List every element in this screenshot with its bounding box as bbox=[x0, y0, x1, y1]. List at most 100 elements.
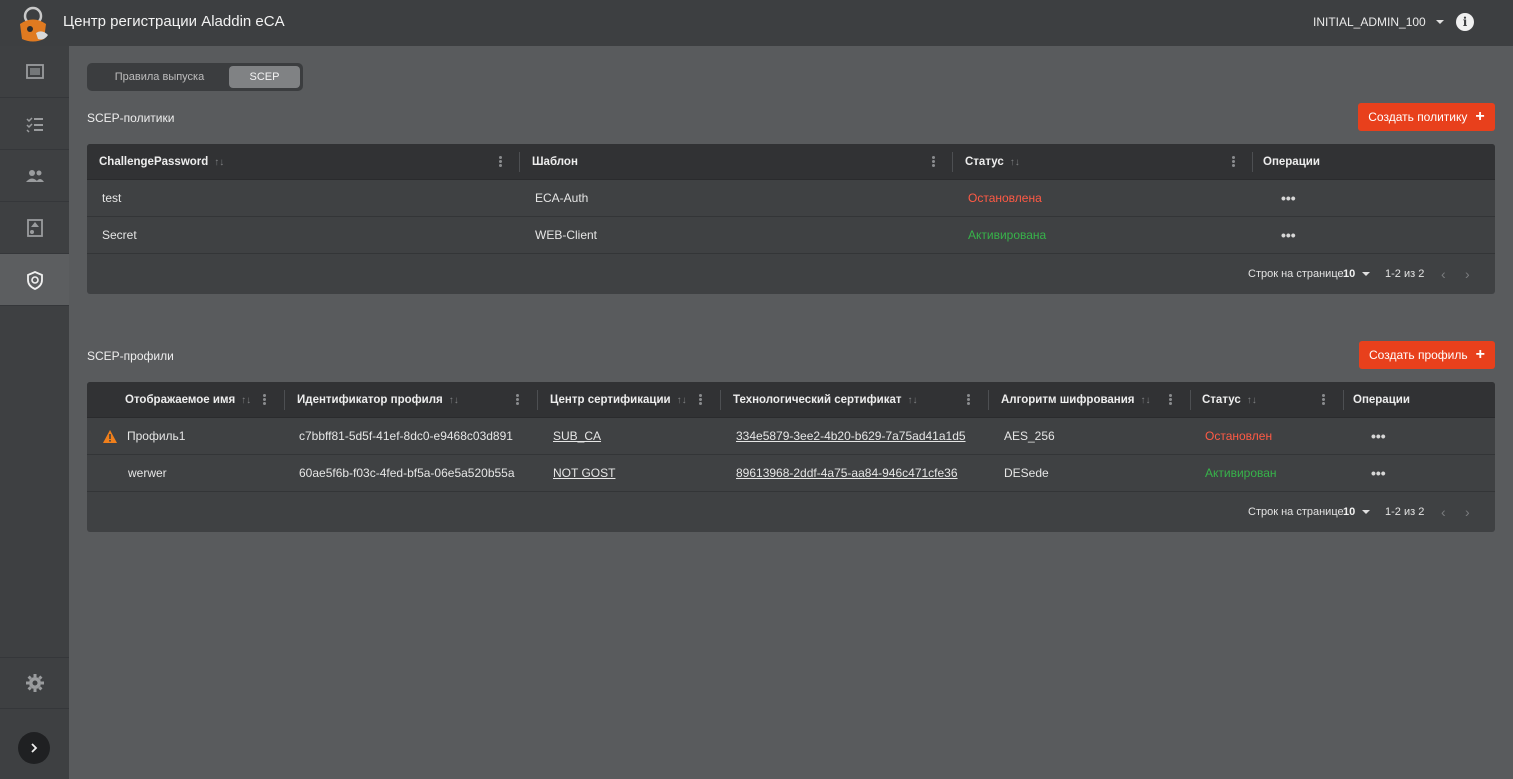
cell-template: WEB-Client bbox=[535, 228, 598, 242]
policies-section-title: SCEP-политики bbox=[87, 111, 175, 125]
aladdin-logo-icon bbox=[20, 6, 48, 42]
cell-profile-id: c7bbff81-5d5f-41ef-8dc0-e9468c03d891 bbox=[299, 429, 513, 443]
column-menu-icon[interactable] bbox=[967, 392, 970, 406]
column-divider[interactable] bbox=[1252, 152, 1253, 172]
table-row[interactable]: test ECA-Auth Остановлена ••• bbox=[87, 180, 1495, 217]
rows-per-page-label: Строк на странице bbox=[1248, 506, 1344, 518]
sort-icon[interactable]: ↑↓ bbox=[449, 395, 459, 406]
tab-issue-rules[interactable]: Правила выпуска bbox=[90, 66, 229, 88]
column-divider[interactable] bbox=[1343, 390, 1344, 410]
plus-icon: + bbox=[1475, 108, 1485, 125]
info-icon[interactable]: i bbox=[1456, 13, 1474, 31]
policies-table: ChallengePassword ↑↓ Шаблон Статус ↑↓ Опер… bbox=[87, 144, 1495, 294]
page-range: 1-2 из 2 bbox=[1385, 506, 1425, 518]
user-menu[interactable]: INITIAL_ADMIN_100 bbox=[1313, 15, 1444, 29]
profiles-pagination: Строк на странице 10 1-2 из 2 ‹ › bbox=[87, 492, 1495, 532]
column-divider[interactable] bbox=[537, 390, 538, 410]
sort-icon[interactable]: ↑↓ bbox=[677, 395, 687, 406]
column-header-display-name[interactable]: Отображаемое имя ↑↓ bbox=[125, 382, 251, 418]
sidebar-item-dashboard[interactable] bbox=[0, 46, 69, 98]
create-policy-button[interactable]: Создать политику + bbox=[1358, 103, 1495, 131]
gear-icon bbox=[25, 674, 44, 692]
column-divider[interactable] bbox=[952, 152, 953, 172]
column-menu-icon[interactable] bbox=[1322, 392, 1325, 406]
cell-display-name: werwer bbox=[128, 466, 167, 480]
profiles-section-title: SCEP-профили bbox=[87, 349, 174, 363]
column-header-password[interactable]: ChallengePassword ↑↓ bbox=[99, 144, 224, 180]
tab-bar: Правила выпуска SCEP bbox=[87, 63, 303, 91]
plus-icon: + bbox=[1475, 346, 1485, 363]
cell-algorithm: DESede bbox=[1004, 466, 1049, 480]
cell-status: Остановлена bbox=[968, 191, 1042, 205]
cell-tech-cert-link[interactable]: 334e5879-3ee2-4b20-b629-7a75ad41a1d5 bbox=[736, 418, 966, 454]
create-profile-label: Создать профиль bbox=[1369, 348, 1468, 362]
row-actions-icon[interactable]: ••• bbox=[1371, 418, 1386, 454]
policies-pagination: Строк на странице 10 1-2 из 2 ‹ › bbox=[87, 254, 1495, 294]
rows-per-page-label: Строк на странице bbox=[1248, 268, 1344, 280]
cell-ca-link[interactable]: SUB_CA bbox=[553, 418, 601, 454]
column-menu-icon[interactable] bbox=[699, 392, 702, 406]
column-divider[interactable] bbox=[519, 152, 520, 172]
cell-tech-cert-link[interactable]: 89613968-2ddf-4a75-aa84-946c471cfe36 bbox=[736, 455, 958, 491]
column-menu-icon[interactable] bbox=[932, 154, 935, 168]
row-actions-icon[interactable]: ••• bbox=[1281, 217, 1296, 253]
rows-per-page-select[interactable]: 10 bbox=[1343, 254, 1371, 294]
column-header-operations: Операции bbox=[1263, 156, 1320, 168]
checklist-icon bbox=[25, 116, 43, 133]
column-menu-icon[interactable] bbox=[263, 392, 266, 406]
column-menu-icon[interactable] bbox=[499, 154, 502, 168]
column-header-profile-id[interactable]: Идентификатор профиля ↑↓ bbox=[297, 382, 459, 418]
column-divider[interactable] bbox=[1190, 390, 1191, 410]
sidebar-item-certificates[interactable] bbox=[0, 202, 69, 254]
rows-per-page-select[interactable]: 10 bbox=[1343, 492, 1371, 532]
next-page-icon[interactable]: › bbox=[1465, 492, 1470, 532]
sidebar-item-rules[interactable] bbox=[0, 98, 69, 150]
row-actions-icon[interactable]: ••• bbox=[1371, 455, 1386, 491]
column-header-status[interactable]: Статус ↑↓ bbox=[965, 144, 1020, 180]
cell-template: ECA-Auth bbox=[535, 191, 589, 205]
prev-page-icon[interactable]: ‹ bbox=[1441, 254, 1446, 294]
sort-icon[interactable]: ↑↓ bbox=[908, 395, 918, 406]
dashboard-icon bbox=[25, 63, 44, 79]
cell-ca-link[interactable]: NOT GOST bbox=[553, 455, 615, 491]
sort-icon[interactable]: ↑↓ bbox=[214, 157, 224, 168]
column-divider[interactable] bbox=[284, 390, 285, 410]
sidebar-item-security[interactable] bbox=[0, 254, 69, 306]
sidebar bbox=[0, 46, 69, 779]
sort-icon[interactable]: ↑↓ bbox=[241, 395, 251, 406]
prev-page-icon[interactable]: ‹ bbox=[1441, 492, 1446, 532]
sidebar-expand-button[interactable] bbox=[18, 732, 50, 764]
table-row[interactable]: Профиль1 c7bbff81-5d5f-41ef-8dc0-e9468c0… bbox=[87, 418, 1495, 455]
column-menu-icon[interactable] bbox=[1169, 392, 1172, 406]
column-divider[interactable] bbox=[720, 390, 721, 410]
column-header-status[interactable]: Статус ↑↓ bbox=[1202, 382, 1257, 418]
column-header-tech-cert[interactable]: Технологический сертификат ↑↓ bbox=[733, 382, 918, 418]
sidebar-item-users[interactable] bbox=[0, 150, 69, 202]
column-divider[interactable] bbox=[988, 390, 989, 410]
column-menu-icon[interactable] bbox=[1232, 154, 1235, 168]
table-row[interactable]: Secret WEB-Client Активирована ••• bbox=[87, 217, 1495, 254]
sidebar-item-settings[interactable] bbox=[0, 657, 69, 709]
user-name: INITIAL_ADMIN_100 bbox=[1313, 15, 1426, 29]
policies-table-header: ChallengePassword ↑↓ Шаблон Статус ↑↓ Опер… bbox=[87, 144, 1495, 180]
tab-scep[interactable]: SCEP bbox=[229, 66, 300, 88]
caret-down-icon bbox=[1362, 510, 1371, 514]
next-page-icon[interactable]: › bbox=[1465, 254, 1470, 294]
chevron-right-icon bbox=[31, 743, 38, 753]
column-menu-icon[interactable] bbox=[516, 392, 519, 406]
column-header-template[interactable]: Шаблон bbox=[532, 144, 578, 180]
cell-profile-id: 60ae5f6b-f03c-4fed-bf5a-06e5a520b55a bbox=[299, 466, 515, 480]
cell-status: Активирован bbox=[1205, 466, 1277, 480]
page-range: 1-2 из 2 bbox=[1385, 268, 1425, 280]
table-row[interactable]: werwer 60ae5f6b-f03c-4fed-bf5a-06e5a520b… bbox=[87, 455, 1495, 492]
create-profile-button[interactable]: Создать профиль + bbox=[1359, 341, 1495, 369]
sort-icon[interactable]: ↑↓ bbox=[1010, 157, 1020, 168]
column-header-operations: Операции bbox=[1353, 394, 1410, 406]
row-actions-icon[interactable]: ••• bbox=[1281, 180, 1296, 216]
sort-icon[interactable]: ↑↓ bbox=[1141, 395, 1151, 406]
column-header-algorithm[interactable]: Алгоритм шифрования ↑↓ bbox=[1001, 382, 1151, 418]
app-title: Центр регистрации Aladdin eCA bbox=[63, 13, 285, 30]
warning-icon bbox=[103, 430, 117, 443]
column-header-ca[interactable]: Центр сертификации ↑↓ bbox=[550, 382, 687, 418]
sort-icon[interactable]: ↑↓ bbox=[1247, 395, 1257, 406]
